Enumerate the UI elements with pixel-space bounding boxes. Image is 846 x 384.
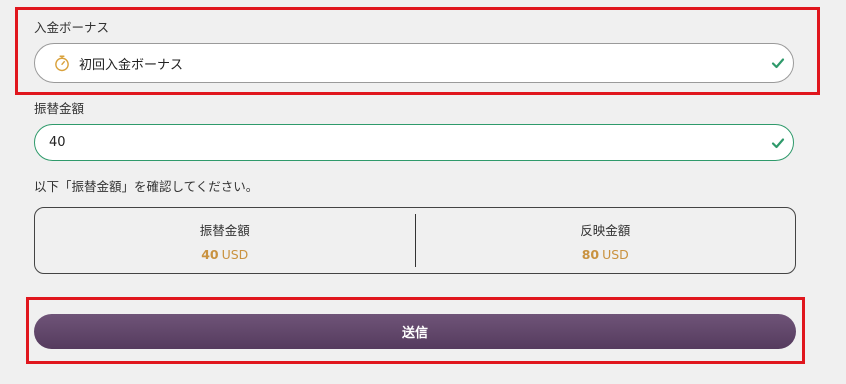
check-icon <box>771 58 785 69</box>
confirm-note: 以下「振替金額」を確認してください。 <box>34 179 259 194</box>
transfer-label: 振替金額 <box>34 101 85 116</box>
transfer-amount-value: 40 <box>49 135 66 150</box>
summary-reflected-label: 反映金額 <box>580 222 631 238</box>
summary-transfer: 振替金額 40 USD <box>35 208 415 273</box>
summary-reflected-value: 80 <box>581 246 600 262</box>
check-icon <box>771 137 785 148</box>
summary-transfer-label: 振替金額 <box>199 222 250 238</box>
transfer-amount-input[interactable]: 40 <box>34 124 794 161</box>
summary-reflected: 反映金額 80 USD <box>416 208 796 273</box>
bonus-selected-value: 初回入金ボーナス <box>79 57 184 73</box>
stopwatch-icon <box>55 55 69 72</box>
summary-reflected-currency: USD <box>602 246 629 262</box>
submit-button[interactable]: 送信 <box>34 314 796 349</box>
bonus-label: 入金ボーナス <box>34 20 110 35</box>
summary-transfer-currency: USD <box>221 246 249 262</box>
bonus-select[interactable]: 初回入金ボーナス <box>34 43 794 83</box>
amount-summary: 振替金額 40 USD 反映金額 80 USD <box>34 207 796 274</box>
summary-transfer-value: 40 <box>201 246 219 262</box>
